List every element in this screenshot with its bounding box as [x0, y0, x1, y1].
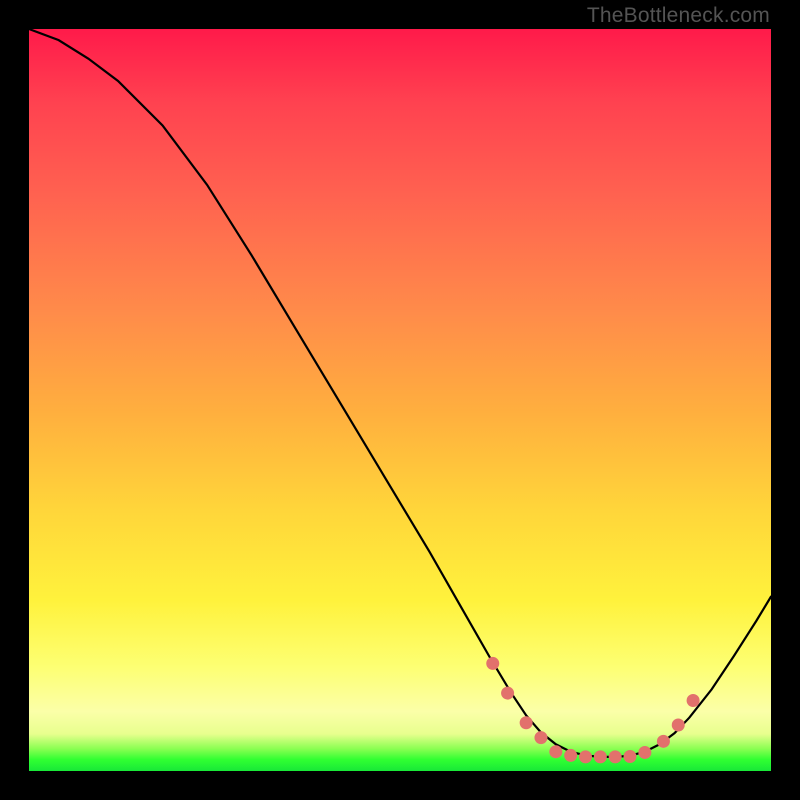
optimal-dot: [657, 735, 670, 748]
optimal-dot: [520, 716, 533, 729]
optimal-dot: [534, 731, 547, 744]
optimal-dot: [501, 687, 514, 700]
optimal-range-dots: [486, 657, 699, 763]
optimal-dot: [594, 750, 607, 763]
optimal-dot: [672, 719, 685, 732]
bottleneck-curve: [29, 29, 771, 757]
optimal-dot: [638, 746, 651, 759]
optimal-dot: [549, 745, 562, 758]
plot-gradient-area: [29, 29, 771, 771]
optimal-dot: [486, 657, 499, 670]
watermark-text: TheBottleneck.com: [587, 4, 770, 28]
optimal-dot: [624, 750, 637, 763]
optimal-dot: [609, 750, 622, 763]
curve-layer: [29, 29, 771, 771]
optimal-dot: [687, 694, 700, 707]
chart-container: TheBottleneck.com: [0, 0, 800, 800]
optimal-dot: [579, 750, 592, 763]
optimal-dot: [564, 749, 577, 762]
